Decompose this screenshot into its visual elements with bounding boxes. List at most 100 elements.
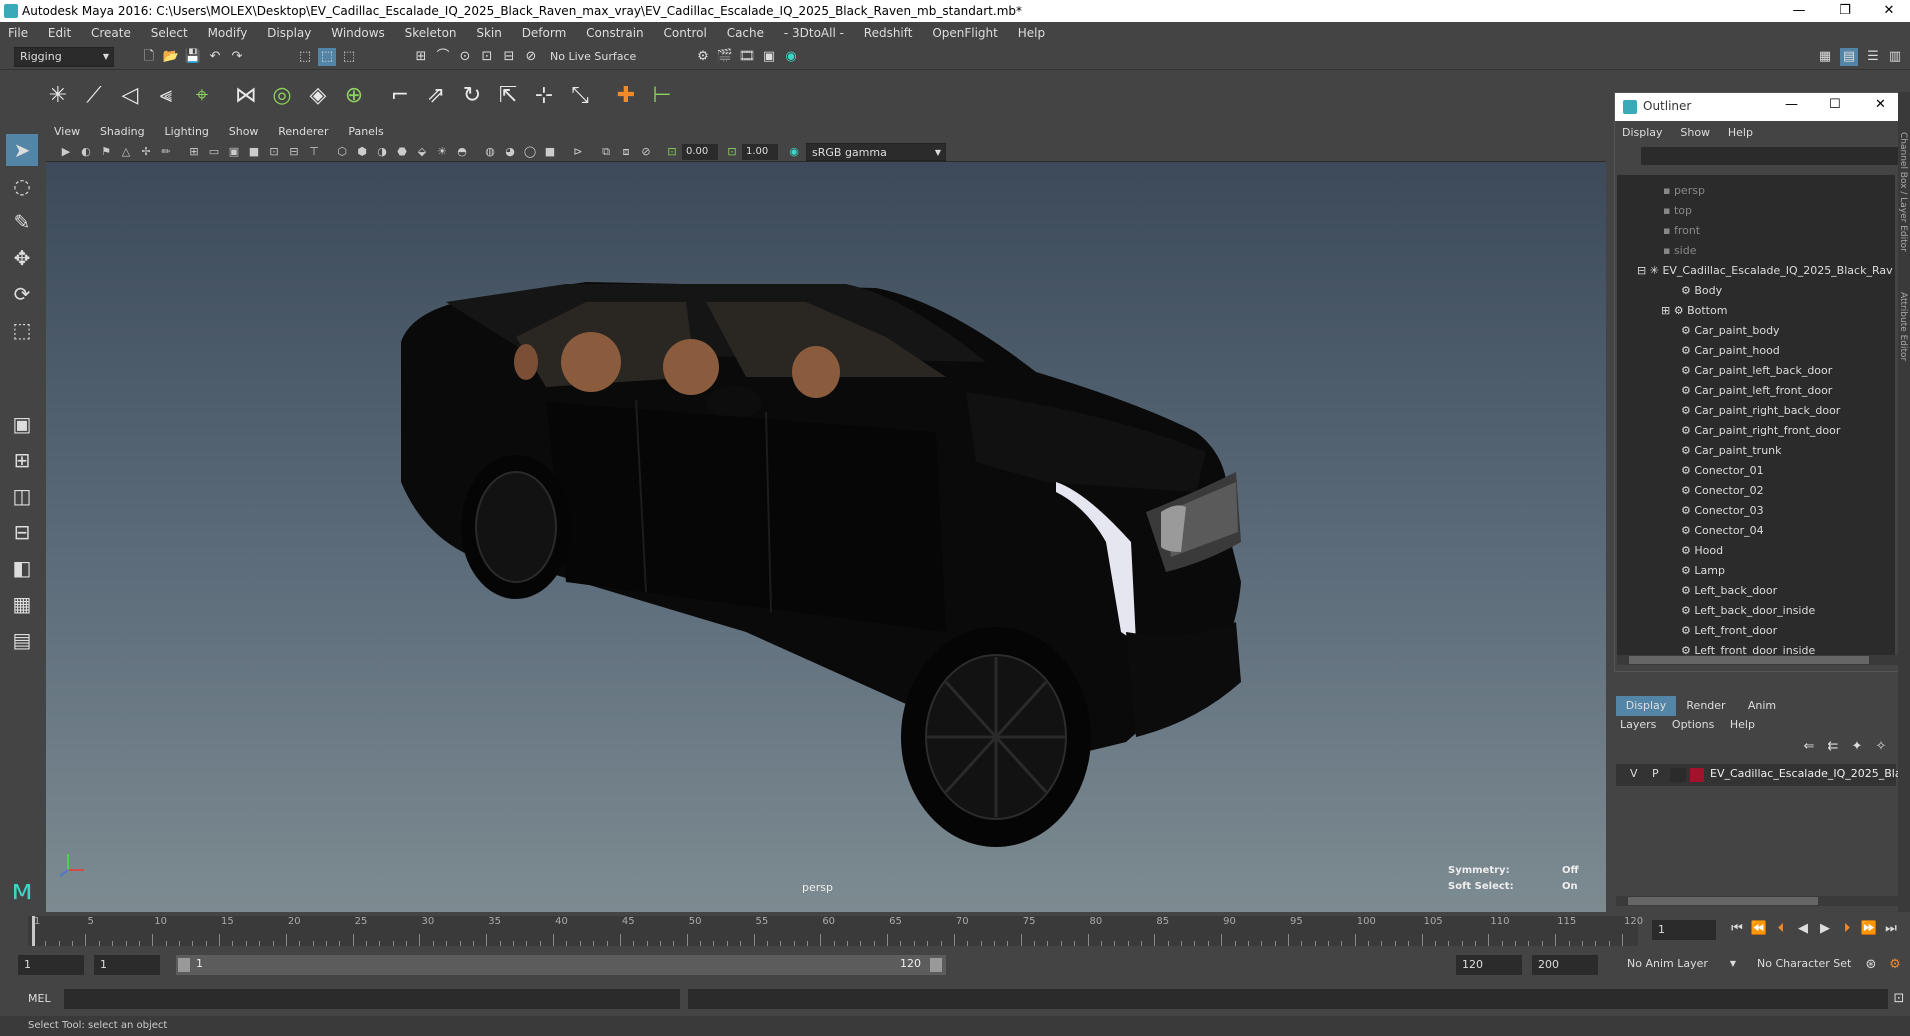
range-start-handle[interactable] [178, 958, 190, 972]
menu-display[interactable]: Display [259, 22, 319, 44]
step-forward-key-icon[interactable]: ⏩ [1860, 920, 1878, 938]
vp-menu-view[interactable]: View [46, 122, 88, 142]
step-forward-frame-icon[interactable]: ⏵ [1838, 920, 1856, 938]
camera-icon[interactable]: ▶ [58, 144, 74, 160]
outliner-item[interactable]: ⊞ ⚙ Bottom [1617, 301, 1895, 321]
menu-create[interactable]: Create [83, 22, 139, 44]
outliner-item[interactable]: ⚙ Car_paint_left_back_door [1617, 361, 1895, 381]
safe-action-icon[interactable]: ⊟ [286, 144, 302, 160]
select-object-icon[interactable]: ⬚ [318, 48, 336, 66]
gate-mask-icon[interactable]: ■ [246, 144, 262, 160]
menu-deform[interactable]: Deform [514, 22, 575, 44]
outliner-item[interactable]: ⚙ Conector_03 [1617, 501, 1895, 521]
open-scene-icon[interactable]: 📂 [162, 48, 180, 66]
outliner-item[interactable]: ⚙ Left_back_door [1617, 581, 1895, 601]
side-by-side-icon[interactable]: ◫ [6, 480, 38, 512]
undo-icon[interactable]: ↶ [206, 48, 224, 66]
render-settings-icon[interactable]: ⚙ [694, 48, 712, 66]
hypershade-icon[interactable]: ◉ [782, 48, 800, 66]
menu-modify[interactable]: Modify [200, 22, 256, 44]
snap-projected-icon[interactable]: ⊡ [478, 48, 496, 66]
snap-point-icon[interactable]: ⊙ [456, 48, 474, 66]
depth-of-field-icon[interactable]: ■ [542, 144, 558, 160]
layout-list-icon[interactable]: ▤ [6, 624, 38, 656]
snap-curve-icon[interactable]: ⌒ [434, 48, 452, 66]
outliner-camera-persp[interactable]: ▪ persp [1617, 181, 1895, 201]
layout-channel-icon[interactable]: ☰ [1864, 48, 1882, 66]
time-ruler[interactable]: 1 5 10 15 20 25 30 35 40 45 50 55 60 65 70 75 80 85 90 95 10… [28, 916, 1643, 946]
outliner-horizontal-scrollbar[interactable] [1617, 655, 1899, 665]
close-button[interactable]: ✕ [1866, 0, 1910, 22]
isolate-select-icon[interactable]: ⊳ [570, 144, 586, 160]
snap-view-plane-icon[interactable]: ⊟ [500, 48, 518, 66]
range-end-handle[interactable] [930, 958, 942, 972]
step-back-key-icon[interactable]: ⏪ [1750, 920, 1768, 938]
render-frame-icon[interactable]: 🎬 [716, 48, 734, 66]
outliner-item[interactable]: ⚙ Left_front_door_inside [1617, 641, 1895, 655]
menu-openflight[interactable]: OpenFlight [924, 22, 1006, 44]
layer-menu-layers[interactable]: Layers [1620, 718, 1656, 731]
play-forward-icon[interactable]: ▶ [1816, 920, 1834, 938]
layer-menu-options[interactable]: Options [1672, 718, 1714, 731]
menu-skin[interactable]: Skin [468, 22, 510, 44]
script-editor-icon[interactable]: ⊡ [1890, 990, 1908, 1008]
xray-joints-icon[interactable]: ⧈ [618, 144, 634, 160]
scrollbar-thumb[interactable] [1629, 656, 1869, 664]
exposure-icon[interactable]: ⊡ [664, 144, 680, 160]
scrollbar-thumb[interactable] [1628, 897, 1818, 905]
outliner-minimize-button[interactable]: — [1785, 97, 1798, 112]
outliner-menu-display[interactable]: Display [1615, 123, 1670, 143]
color-management-icon[interactable]: ◉ [786, 144, 802, 160]
outliner-item[interactable]: ⚙ Car_paint_right_back_door [1617, 401, 1895, 421]
outliner-menu-help[interactable]: Help [1721, 123, 1760, 143]
preferences-icon[interactable]: ⚙ [1886, 956, 1904, 974]
field-chart-icon[interactable]: ⊡ [266, 144, 282, 160]
rotate-tool-icon[interactable]: ⟳ [6, 278, 38, 310]
restore-button[interactable]: ❐ [1822, 0, 1868, 22]
move-tool-icon[interactable]: ✥ [6, 242, 38, 274]
outliner-camera-top[interactable]: ▪ top [1617, 201, 1895, 221]
tab-anim[interactable]: Anim [1736, 696, 1788, 716]
render-view-icon[interactable]: ▣ [760, 48, 778, 66]
menu-select[interactable]: Select [143, 22, 196, 44]
anti-alias-icon[interactable]: ◯ [522, 144, 538, 160]
layout-icon[interactable]: ▦ [1816, 48, 1834, 66]
vp-menu-lighting[interactable]: Lighting [156, 122, 216, 142]
orient-constraint-icon[interactable]: ↻ [456, 80, 488, 112]
tab-render[interactable]: Render [1678, 696, 1734, 716]
menu-redshift[interactable]: Redshift [856, 22, 921, 44]
outliner-item[interactable]: ⚙ Car_paint_left_front_door [1617, 381, 1895, 401]
range-slider[interactable]: 1 120 [176, 955, 946, 975]
play-backward-icon[interactable]: ◀ [1794, 920, 1812, 938]
new-scene-icon[interactable]: 🗋 [140, 48, 158, 66]
exposure-field[interactable]: 0.00 [682, 144, 718, 160]
joint-tool-icon[interactable]: ✳ [42, 80, 74, 112]
menu-control[interactable]: Control [655, 22, 714, 44]
single-view-icon[interactable]: ▣ [6, 408, 38, 440]
aim-constraint-icon[interactable]: ⊹ [528, 80, 560, 112]
blend-shape-icon[interactable]: ⊕ [338, 80, 370, 112]
point-constraint-icon[interactable]: ⇗ [420, 80, 452, 112]
outliner-item[interactable]: ⚙ Body [1617, 281, 1895, 301]
select-hierarchy-icon[interactable]: ⬚ [296, 48, 314, 66]
outliner-item[interactable]: ⚙ Car_paint_body [1617, 321, 1895, 341]
xray-active-icon[interactable]: ⊘ [638, 144, 654, 160]
menu-skeleton[interactable]: Skeleton [397, 22, 465, 44]
outliner-item[interactable]: ⚙ Left_front_door [1617, 621, 1895, 641]
outliner-item[interactable]: ⚙ Car_paint_trunk [1617, 441, 1895, 461]
layout-outliner-icon[interactable]: ▤ [1840, 48, 1858, 66]
safe-title-icon[interactable]: ⊤ [306, 144, 322, 160]
persp-graph-icon[interactable]: ⊟ [6, 516, 38, 548]
attribute-editor-tab[interactable]: Attribute Editor [1898, 292, 1908, 361]
snap-grid-icon[interactable]: ⊞ [412, 48, 430, 66]
outliner-camera-front[interactable]: ▪ front [1617, 221, 1895, 241]
mel-label[interactable]: MEL [28, 992, 51, 1005]
layer-horizontal-scrollbar[interactable] [1616, 896, 1898, 906]
select-component-icon[interactable]: ⬚ [340, 48, 358, 66]
vp-menu-panels[interactable]: Panels [340, 122, 391, 142]
outliner-item[interactable]: ⚙ Left_back_door_inside [1617, 601, 1895, 621]
persp-outliner-icon[interactable]: ◧ [6, 552, 38, 584]
vp-menu-renderer[interactable]: Renderer [270, 122, 336, 142]
outliner-camera-side[interactable]: ▪ side [1617, 241, 1895, 261]
image-plane-icon[interactable]: △ [118, 144, 134, 160]
